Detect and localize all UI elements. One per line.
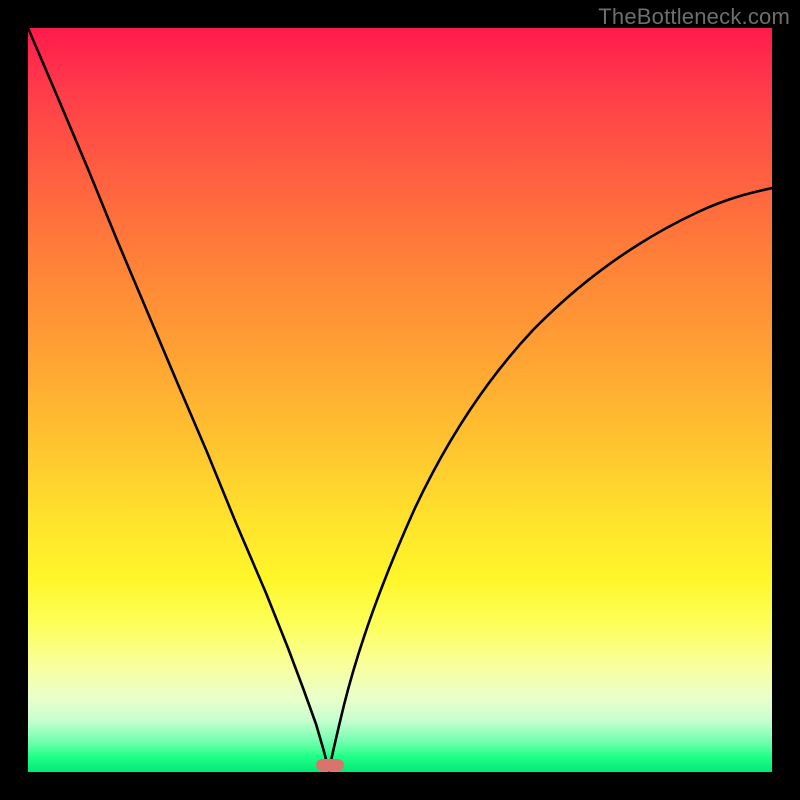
curve-right-branch (329, 188, 772, 770)
watermark-text: TheBottleneck.com (598, 4, 790, 30)
bottleneck-marker (316, 759, 344, 771)
chart-frame: TheBottleneck.com (0, 0, 800, 800)
curve-left-branch (28, 28, 329, 770)
plot-area (28, 28, 772, 772)
bottleneck-curve (28, 28, 772, 772)
